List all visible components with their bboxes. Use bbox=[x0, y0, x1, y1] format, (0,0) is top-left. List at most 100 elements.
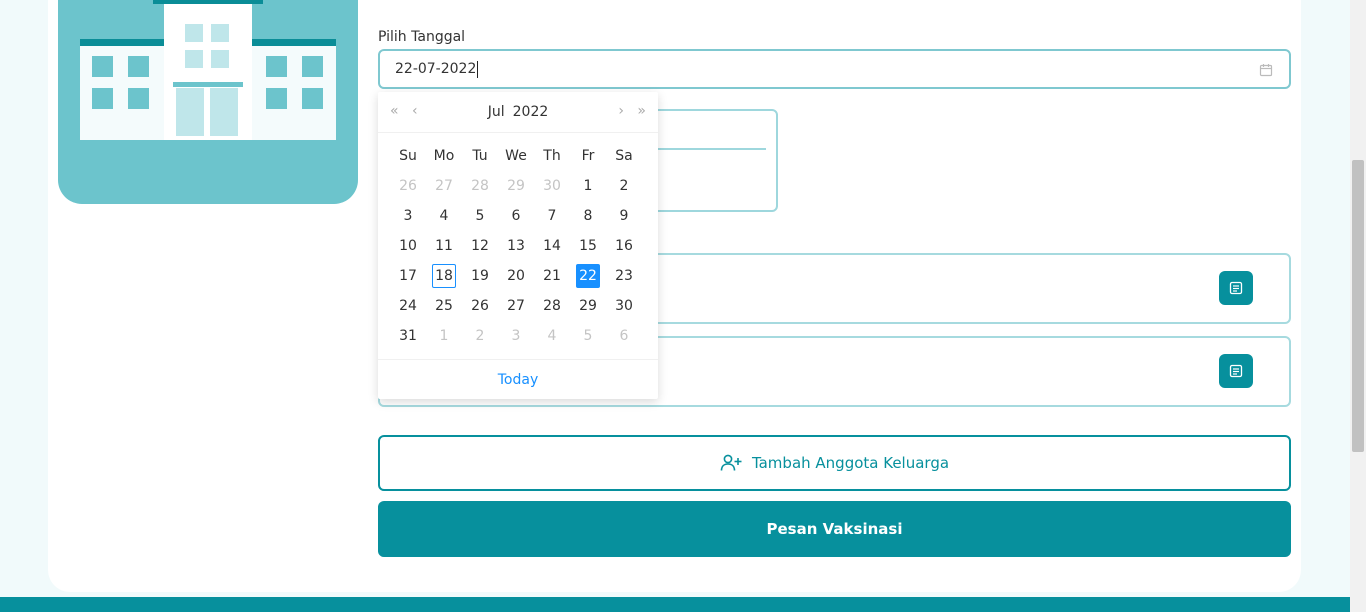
scrollbar-thumb[interactable] bbox=[1352, 160, 1364, 452]
day-number: 10 bbox=[399, 238, 417, 254]
day-number: 24 bbox=[399, 298, 417, 314]
day-number: 14 bbox=[543, 238, 561, 254]
weekday-label: Th bbox=[543, 148, 561, 164]
day-number: 5 bbox=[475, 208, 485, 224]
calendar-day[interactable]: 21 bbox=[534, 261, 570, 291]
calendar-day[interactable]: 9 bbox=[606, 201, 642, 231]
calendar-day[interactable]: 28 bbox=[462, 171, 498, 201]
year-select[interactable]: 2022 bbox=[513, 104, 549, 120]
document-icon bbox=[1229, 364, 1243, 378]
calendar-day[interactable]: 2 bbox=[606, 171, 642, 201]
calendar-day[interactable]: 13 bbox=[498, 231, 534, 261]
hospital-illustration bbox=[58, 0, 358, 204]
add-family-member-label: Tambah Anggota Keluarga bbox=[751, 454, 950, 472]
selected-day[interactable]: 22 bbox=[570, 261, 606, 291]
calendar-day[interactable]: 30 bbox=[534, 171, 570, 201]
calendar-day[interactable]: 23 bbox=[606, 261, 642, 291]
day-number: 30 bbox=[543, 178, 561, 194]
calendar-day[interactable]: 20 bbox=[498, 261, 534, 291]
text-caret bbox=[477, 60, 479, 78]
today-button[interactable]: Today bbox=[378, 359, 658, 399]
day-number: 17 bbox=[399, 268, 417, 284]
view-details-button[interactable] bbox=[1219, 271, 1253, 305]
calendar-day[interactable]: 4 bbox=[426, 201, 462, 231]
book-vaccination-button[interactable]: Pesan Vaksinasi bbox=[378, 501, 1291, 557]
day-number: 9 bbox=[619, 208, 629, 224]
day-number: 6 bbox=[619, 328, 629, 344]
calendar-day[interactable]: 3 bbox=[390, 201, 426, 231]
day-number: 26 bbox=[471, 298, 489, 314]
date-label: Pilih Tanggal bbox=[378, 29, 466, 45]
day-number: 13 bbox=[507, 238, 525, 254]
double-chevron-left-icon[interactable]: « bbox=[390, 103, 399, 119]
day-number: 1 bbox=[439, 328, 449, 344]
day-number: 16 bbox=[615, 238, 633, 254]
calendar-day[interactable]: 30 bbox=[606, 291, 642, 321]
day-number: 4 bbox=[547, 328, 557, 344]
calendar-day[interactable]: 29 bbox=[498, 171, 534, 201]
weekday-label: Tu bbox=[472, 148, 488, 164]
calendar-day[interactable]: 8 bbox=[570, 201, 606, 231]
day-grid: 26 27 28 29 30 1 2 3 4 5 6 7 8 9 10 11 12 13 14 15 16 17 18 19 2… bbox=[390, 171, 646, 351]
calendar-day[interactable]: 28 bbox=[534, 291, 570, 321]
day-number: 25 bbox=[435, 298, 453, 314]
weekday-label: Fr bbox=[581, 148, 595, 164]
day-number: 2 bbox=[619, 178, 629, 194]
day-number: 21 bbox=[543, 268, 561, 284]
calendar-day[interactable]: 12 bbox=[462, 231, 498, 261]
day-number: 6 bbox=[511, 208, 521, 224]
day-number: 18 bbox=[432, 264, 456, 288]
view-details-button[interactable] bbox=[1219, 354, 1253, 388]
day-number: 15 bbox=[579, 238, 597, 254]
calendar-day[interactable]: 31 bbox=[390, 321, 426, 351]
calendar-day[interactable]: 5 bbox=[462, 201, 498, 231]
calendar-day[interactable]: 2 bbox=[462, 321, 498, 351]
day-number: 28 bbox=[471, 178, 489, 194]
weekday-label: Sa bbox=[615, 148, 633, 164]
day-number: 28 bbox=[543, 298, 561, 314]
calendar-day[interactable]: 26 bbox=[390, 171, 426, 201]
calendar-day[interactable]: 4 bbox=[534, 321, 570, 351]
today-day[interactable]: 18 bbox=[426, 261, 462, 291]
calendar-day[interactable]: 17 bbox=[390, 261, 426, 291]
calendar-day[interactable]: 15 bbox=[570, 231, 606, 261]
day-number: 22 bbox=[576, 264, 600, 288]
day-number: 7 bbox=[547, 208, 557, 224]
calendar-day[interactable]: 25 bbox=[426, 291, 462, 321]
date-input[interactable]: 22-07-2022 bbox=[378, 49, 1291, 89]
calendar-icon[interactable] bbox=[1259, 63, 1273, 77]
calendar-day[interactable]: 1 bbox=[570, 171, 606, 201]
calendar-day[interactable]: 3 bbox=[498, 321, 534, 351]
weekday-label: Su bbox=[399, 148, 417, 164]
month-select[interactable]: Jul bbox=[488, 104, 505, 120]
calendar-day[interactable]: 16 bbox=[606, 231, 642, 261]
calendar-day[interactable]: 6 bbox=[498, 201, 534, 231]
calendar-day[interactable]: 29 bbox=[570, 291, 606, 321]
calendar-day[interactable]: 14 bbox=[534, 231, 570, 261]
calendar-day[interactable]: 24 bbox=[390, 291, 426, 321]
calendar-day[interactable]: 7 bbox=[534, 201, 570, 231]
calendar-day[interactable]: 27 bbox=[498, 291, 534, 321]
day-number: 20 bbox=[507, 268, 525, 284]
day-number: 19 bbox=[471, 268, 489, 284]
double-chevron-right-icon[interactable]: » bbox=[637, 103, 646, 119]
calendar-day[interactable]: 10 bbox=[390, 231, 426, 261]
calendar-day[interactable]: 6 bbox=[606, 321, 642, 351]
calendar-day[interactable]: 11 bbox=[426, 231, 462, 261]
calendar-day[interactable]: 19 bbox=[462, 261, 498, 291]
day-number: 30 bbox=[615, 298, 633, 314]
chevron-right-icon[interactable]: › bbox=[618, 103, 624, 119]
day-number: 3 bbox=[511, 328, 521, 344]
calendar-day[interactable]: 27 bbox=[426, 171, 462, 201]
day-number: 12 bbox=[471, 238, 489, 254]
day-number: 29 bbox=[507, 178, 525, 194]
weekday-header: Su Mo Tu We Th Fr Sa bbox=[390, 141, 646, 171]
calendar-day[interactable]: 1 bbox=[426, 321, 462, 351]
calendar-day[interactable]: 5 bbox=[570, 321, 606, 351]
add-family-member-button[interactable]: Tambah Anggota Keluarga bbox=[378, 435, 1291, 491]
day-number: 2 bbox=[475, 328, 485, 344]
weekday-label: Mo bbox=[433, 148, 455, 164]
day-number: 3 bbox=[403, 208, 413, 224]
calendar-day[interactable]: 26 bbox=[462, 291, 498, 321]
chevron-left-icon[interactable]: ‹ bbox=[412, 103, 418, 119]
